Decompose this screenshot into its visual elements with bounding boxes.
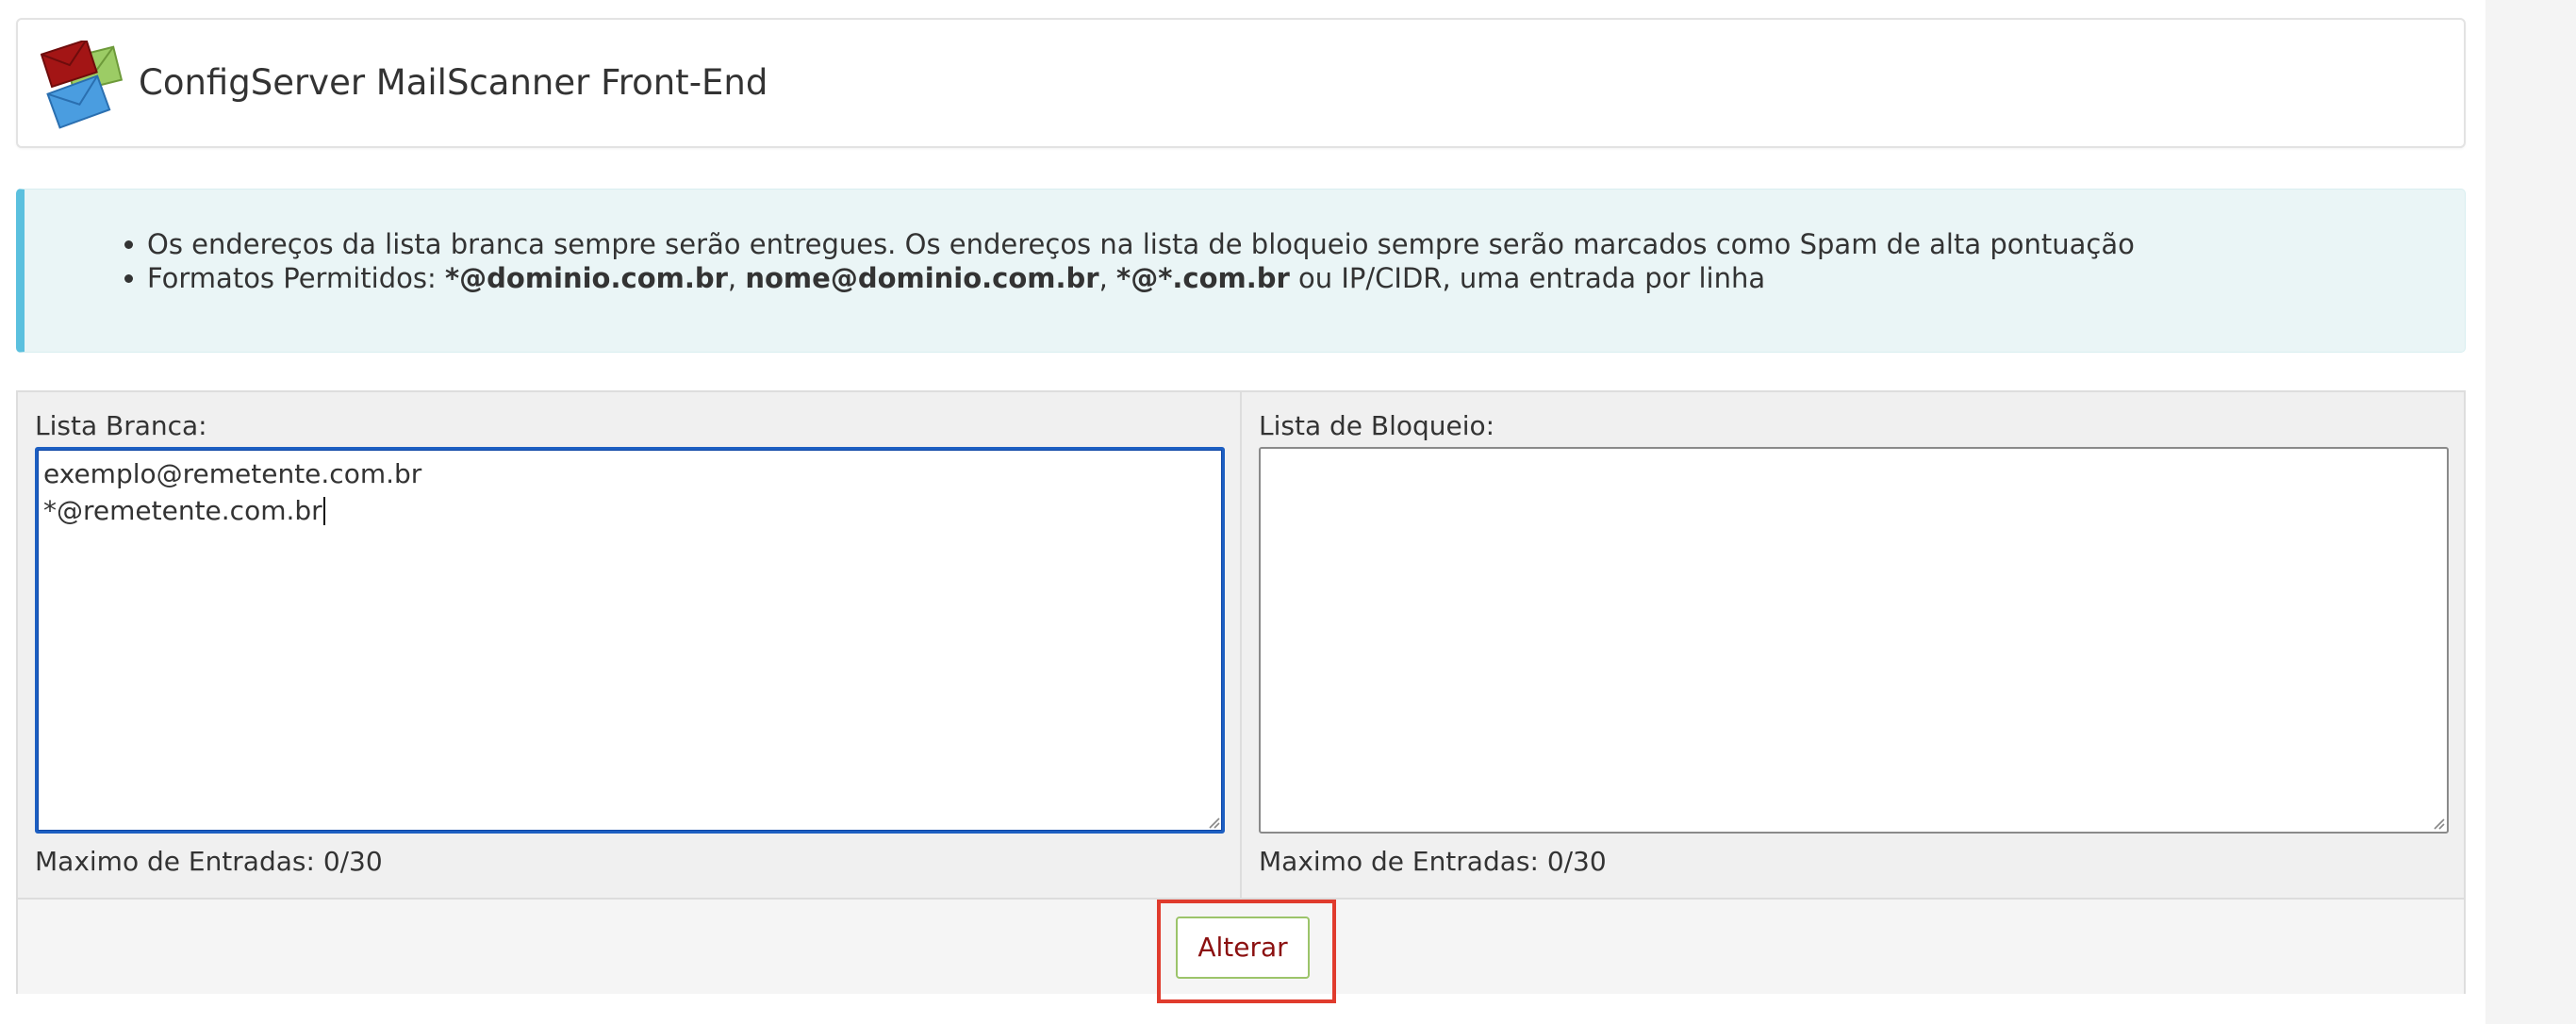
alterar-button[interactable]: Alterar (1176, 917, 1310, 979)
whitelist-column: Lista Branca: exemplo@remetente.com.br *… (18, 392, 1242, 898)
info-item-formats: Formatos Permitidos: *@dominio.com.br, n… (124, 261, 2135, 295)
whitelist-count: Maximo de Entradas: 0/30 (35, 846, 383, 877)
info-item-delivery: Os endereços da lista branca sempre serã… (124, 228, 2135, 260)
formats-prefix: Formatos Permitidos: (147, 262, 445, 294)
format-full-address: nome@dominio.com.br (745, 262, 1099, 294)
info-alert: Os endereços da lista branca sempre serã… (16, 189, 2466, 353)
formats-suffix: ou IP/CIDR, uma entrada por linha (1289, 262, 1766, 294)
lists-form: Lista Branca: exemplo@remetente.com.br *… (16, 390, 2466, 1003)
resize-grip-icon[interactable] (1205, 814, 1220, 829)
text-caret (322, 497, 325, 525)
page-title: ConfigServer MailScanner Front-End (139, 62, 768, 103)
blocklist-column: Lista de Bloqueio: Maximo de Entradas: 0… (1242, 392, 2464, 898)
header-card: ConfigServer MailScanner Front-End (16, 18, 2466, 148)
format-wildcard-domain: *@dominio.com.br (444, 262, 728, 294)
resize-grip-icon[interactable] (2430, 815, 2445, 830)
whitelist-text: exemplo@remetente.com.br *@remetente.com… (43, 458, 422, 526)
whitelist-label: Lista Branca: (35, 410, 207, 441)
blocklist-label: Lista de Bloqueio: (1259, 410, 1495, 441)
info-list: Os endereços da lista branca sempre serã… (124, 227, 2135, 295)
whitelist-textarea[interactable]: exemplo@remetente.com.br *@remetente.com… (35, 447, 1225, 834)
format-wildcard-tld: *@*.com.br (1116, 262, 1290, 294)
form-actions: Alterar (18, 898, 2464, 1003)
mail-envelopes-icon (40, 39, 124, 129)
blocklist-count: Maximo de Entradas: 0/30 (1259, 846, 1607, 877)
page-gutter (2485, 0, 2576, 1024)
blocklist-textarea[interactable] (1259, 447, 2449, 834)
format-separator: , (1098, 262, 1117, 294)
format-separator: , (727, 262, 746, 294)
